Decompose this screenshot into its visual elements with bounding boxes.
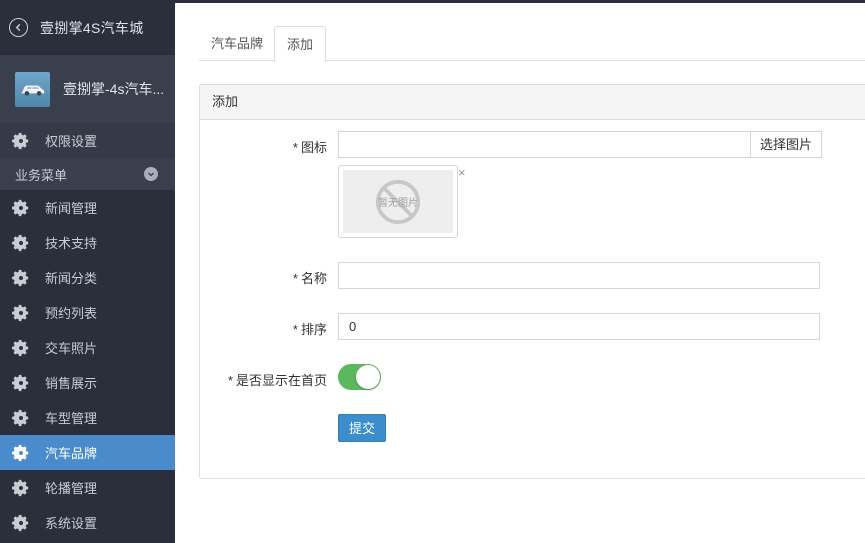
gear-icon: [12, 514, 30, 532]
gear-icon: [12, 479, 30, 497]
gear-icon: [12, 409, 30, 427]
toggle-knob: [356, 365, 380, 389]
gear-icon: [12, 304, 30, 322]
sidebar-item[interactable]: 新闻管理: [0, 190, 175, 225]
sidebar-item[interactable]: 预约列表: [0, 295, 175, 330]
sidebar-item[interactable]: 交车照片: [0, 330, 175, 365]
gear-icon: [12, 199, 30, 217]
close-icon[interactable]: ×: [458, 165, 466, 180]
sidebar-item[interactable]: 新闻分类: [0, 260, 175, 295]
show-home-toggle[interactable]: [338, 364, 381, 390]
choose-image-button[interactable]: 选择图片: [750, 131, 823, 158]
back-arrow-icon[interactable]: [9, 18, 28, 37]
sidebar-item[interactable]: 汽车品牌: [0, 435, 175, 470]
profile-name: 壹捌掌-4s汽车...: [63, 81, 165, 97]
tab-bar: 汽车品牌 添加: [199, 26, 865, 62]
order-label: * 排序: [292, 322, 327, 337]
sidebar-item-label: 轮播管理: [45, 481, 98, 496]
sidebar-item-label: 预约列表: [45, 306, 98, 321]
menu-group-header[interactable]: 业务菜单: [0, 158, 175, 190]
avatar: [15, 71, 50, 107]
sidebar: 壹捌掌4S汽车城 壹捌掌-4s汽车... 权限设置 业务菜单 新闻管理 技术支持新…: [0, 0, 175, 543]
gear-icon: [12, 444, 30, 462]
sidebar-item-permission[interactable]: 权限设置: [0, 123, 175, 158]
image-preview: 暂无图片: [338, 165, 458, 238]
sidebar-item[interactable]: 轮播管理: [0, 470, 175, 505]
sidebar-menu: 新闻管理技术支持新闻分类预约列表交车照片销售展示车型管理汽车品牌轮播管理系统设置: [0, 190, 175, 540]
sidebar-item[interactable]: 技术支持: [0, 225, 175, 260]
group-label: 业务菜单: [15, 167, 68, 183]
icon-label: * 图标: [292, 140, 327, 155]
car-icon: [21, 85, 44, 96]
no-image-text: 暂无图片: [378, 198, 418, 209]
icon-path-input[interactable]: [338, 131, 751, 158]
sidebar-item-label: 技术支持: [45, 236, 98, 251]
gear-icon: [12, 339, 30, 357]
name-label: * 名称: [292, 271, 327, 286]
submit-button[interactable]: 提交: [338, 414, 387, 442]
gear-icon: [12, 234, 30, 252]
app-title: 壹捌掌4S汽车城: [40, 19, 144, 36]
name-input[interactable]: [338, 262, 820, 289]
tab-car-brand[interactable]: 汽车品牌: [199, 26, 275, 61]
brand-bar: 壹捌掌4S汽车城: [0, 0, 175, 55]
sidebar-item-label: 新闻分类: [45, 271, 98, 286]
order-input[interactable]: 0: [338, 313, 820, 340]
sidebar-item[interactable]: 车型管理: [0, 400, 175, 435]
main-content: 汽车品牌 添加 添加 * 图标 选择图片 暂无图片 × * 名称 * 排序 0 * 是否…: [175, 0, 865, 543]
sidebar-item-label: 系统设置: [45, 516, 98, 531]
gear-icon: [12, 269, 30, 287]
gear-icon: [12, 374, 30, 392]
placeholder-image: 暂无图片: [343, 170, 453, 233]
panel-title: 添加: [200, 85, 865, 120]
sidebar-item-label: 汽车品牌: [45, 446, 98, 461]
chevron-down-icon: [144, 167, 158, 181]
sidebar-item-label: 车型管理: [45, 411, 98, 426]
user-profile[interactable]: 壹捌掌-4s汽车...: [0, 55, 175, 123]
sidebar-item-label: 交车照片: [45, 341, 98, 356]
sidebar-item[interactable]: 系统设置: [0, 505, 175, 540]
sidebar-item-label: 权限设置: [45, 134, 98, 149]
sidebar-item-label: 新闻管理: [45, 201, 98, 216]
sidebar-item[interactable]: 销售展示: [0, 365, 175, 400]
sidebar-item-label: 销售展示: [45, 376, 98, 391]
gear-icon: [12, 132, 30, 150]
show-home-label: * 是否显示在首页: [227, 373, 327, 388]
tab-add[interactable]: 添加: [274, 26, 327, 62]
